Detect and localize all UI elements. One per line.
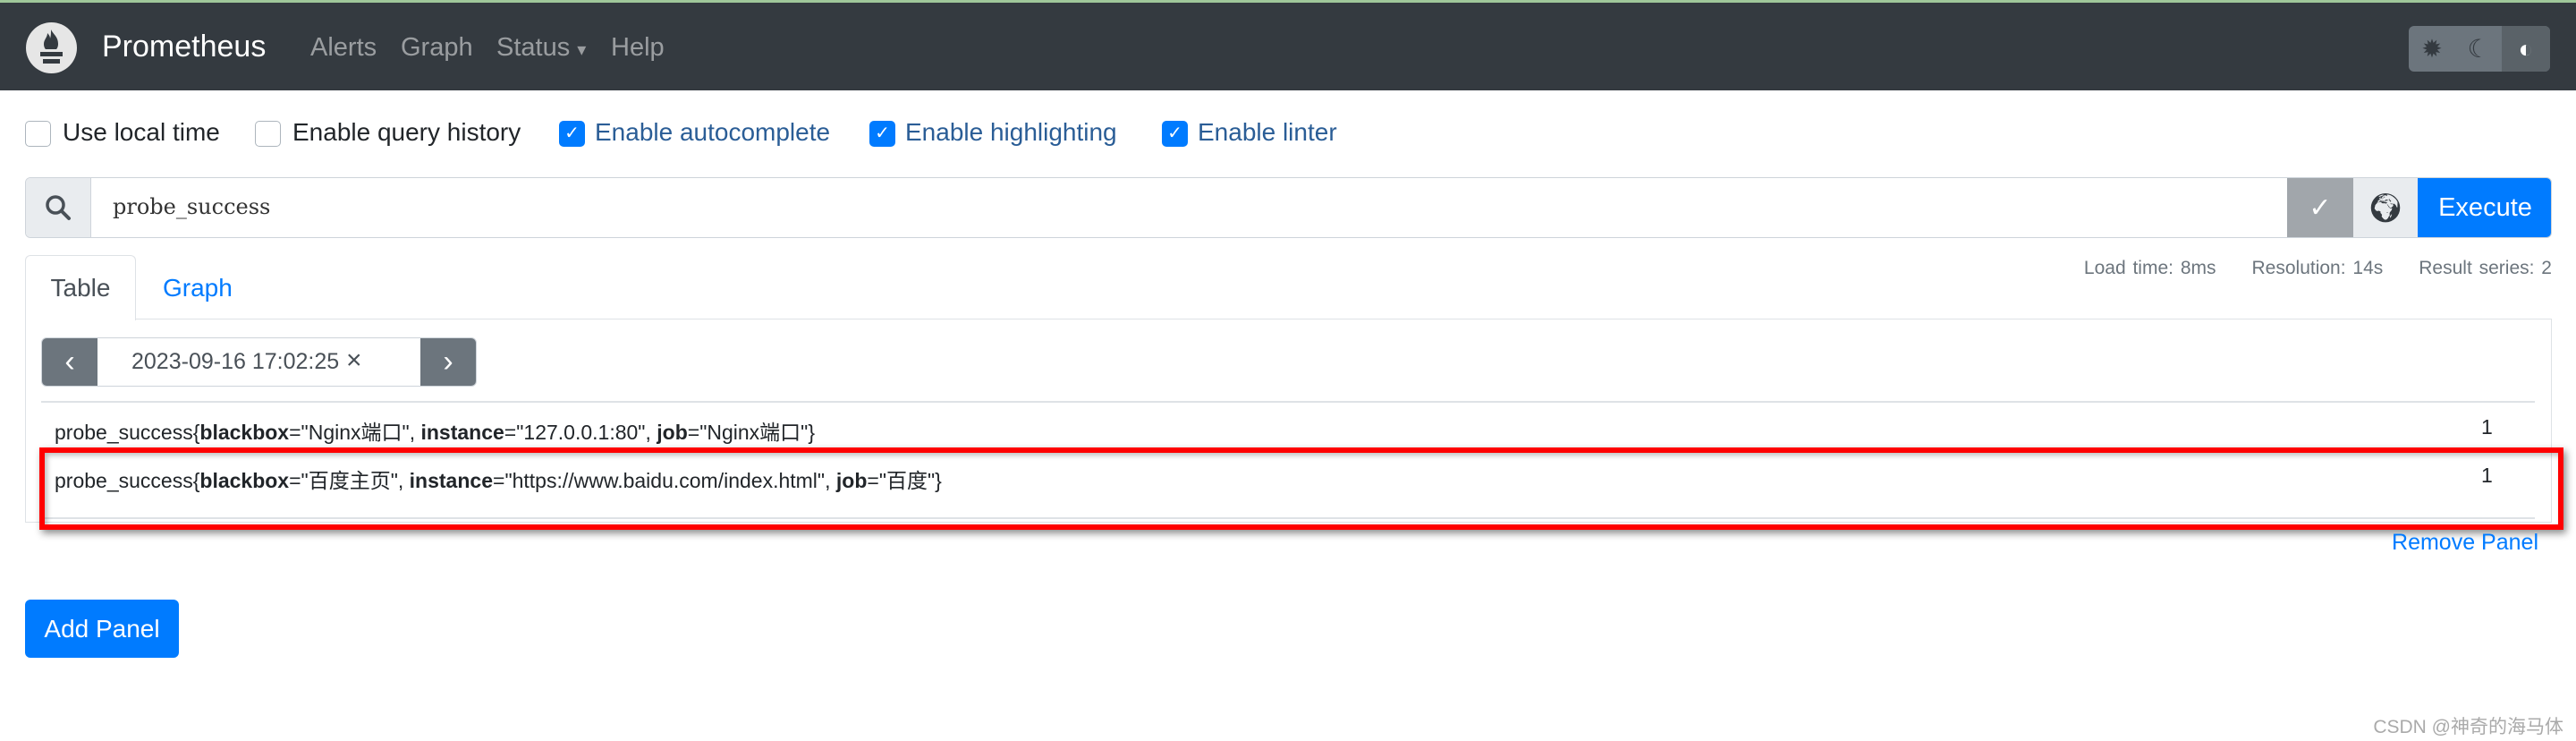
caret-down-icon: ▾ (577, 40, 587, 60)
query-bar: probe_success ✓ 🌍︎ Execute (25, 177, 2552, 238)
query-stats: Load time: 8ms Resolution: 14s Result seri… (2048, 258, 2552, 279)
query-history-checkbox[interactable] (255, 121, 281, 147)
nav-status[interactable]: Status ▾ (496, 33, 586, 63)
highlight-annotation-box (39, 447, 2563, 530)
metric-name: probe_success (55, 421, 193, 444)
theme-toggle: ✹ ☾ ◐ (2409, 26, 2550, 72)
label-key: blackbox (199, 421, 290, 444)
label-value: "Nginx端口" (301, 421, 410, 444)
chevron-right-icon[interactable]: › (420, 338, 476, 386)
query-history-label[interactable]: Enable query history (292, 118, 521, 147)
navbar: Prometheus Alerts Graph Status ▾ Help ✹ … (0, 0, 2576, 90)
nav-graph[interactable]: Graph (401, 33, 473, 63)
use-local-time-label[interactable]: Use local time (63, 118, 220, 147)
watermark: CSDN @神奇的海马体 (2373, 717, 2563, 737)
time-picker: ‹ 2023-09-16 17:02:25 × › (41, 337, 477, 387)
label-key: instance (420, 421, 504, 444)
resolution: Resolution: 14s (2251, 258, 2384, 278)
divider (41, 401, 2535, 403)
brand-title[interactable]: Prometheus (102, 30, 266, 64)
search-icon (26, 178, 91, 237)
result-series: Result series: 2 (2419, 258, 2552, 278)
nav-help[interactable]: Help (611, 33, 665, 63)
linter-label[interactable]: Enable linter (1198, 118, 1337, 147)
nav-status-label: Status (496, 33, 571, 62)
clear-icon[interactable]: × (346, 345, 362, 376)
label-value: "Nginx端口" (699, 421, 809, 444)
linter-checkbox[interactable]: ✓ (1162, 121, 1188, 147)
execute-button[interactable]: Execute (2418, 178, 2551, 237)
remove-panel-link[interactable]: Remove Panel (2392, 530, 2538, 556)
label-key: job (657, 421, 688, 444)
metrics-explorer-globe-icon[interactable]: 🌍︎ (2353, 178, 2418, 237)
check-icon[interactable]: ✓ (2287, 178, 2353, 237)
chevron-left-icon[interactable]: ‹ (42, 338, 97, 386)
autocomplete-label[interactable]: Enable autocomplete (595, 118, 830, 147)
contrast-icon[interactable]: ◐ (2502, 26, 2550, 72)
highlighting-label[interactable]: Enable highlighting (905, 118, 1117, 147)
sun-icon[interactable]: ✹ (2409, 26, 2455, 72)
eval-time-input[interactable]: 2023-09-16 17:02:25 (131, 349, 339, 375)
use-local-time-checkbox[interactable] (25, 121, 51, 147)
tab-graph[interactable]: Graph (163, 274, 233, 302)
highlighting-checkbox[interactable]: ✓ (869, 121, 895, 147)
moon-icon[interactable]: ☾ (2455, 26, 2502, 72)
row-value: 1 (2481, 415, 2493, 439)
autocomplete-checkbox[interactable]: ✓ (559, 121, 585, 147)
add-panel-button[interactable]: Add Panel (25, 600, 179, 658)
table-row: probe_success{blackbox="Nginx端口", instan… (55, 421, 816, 444)
label-value: "127.0.0.1:80" (516, 421, 646, 444)
nav-alerts[interactable]: Alerts (310, 33, 377, 63)
load-time: Load time: 8ms (2083, 258, 2216, 278)
prometheus-logo-icon[interactable] (26, 22, 77, 73)
query-input[interactable]: probe_success (113, 194, 270, 219)
tab-table[interactable]: Table (25, 255, 136, 320)
